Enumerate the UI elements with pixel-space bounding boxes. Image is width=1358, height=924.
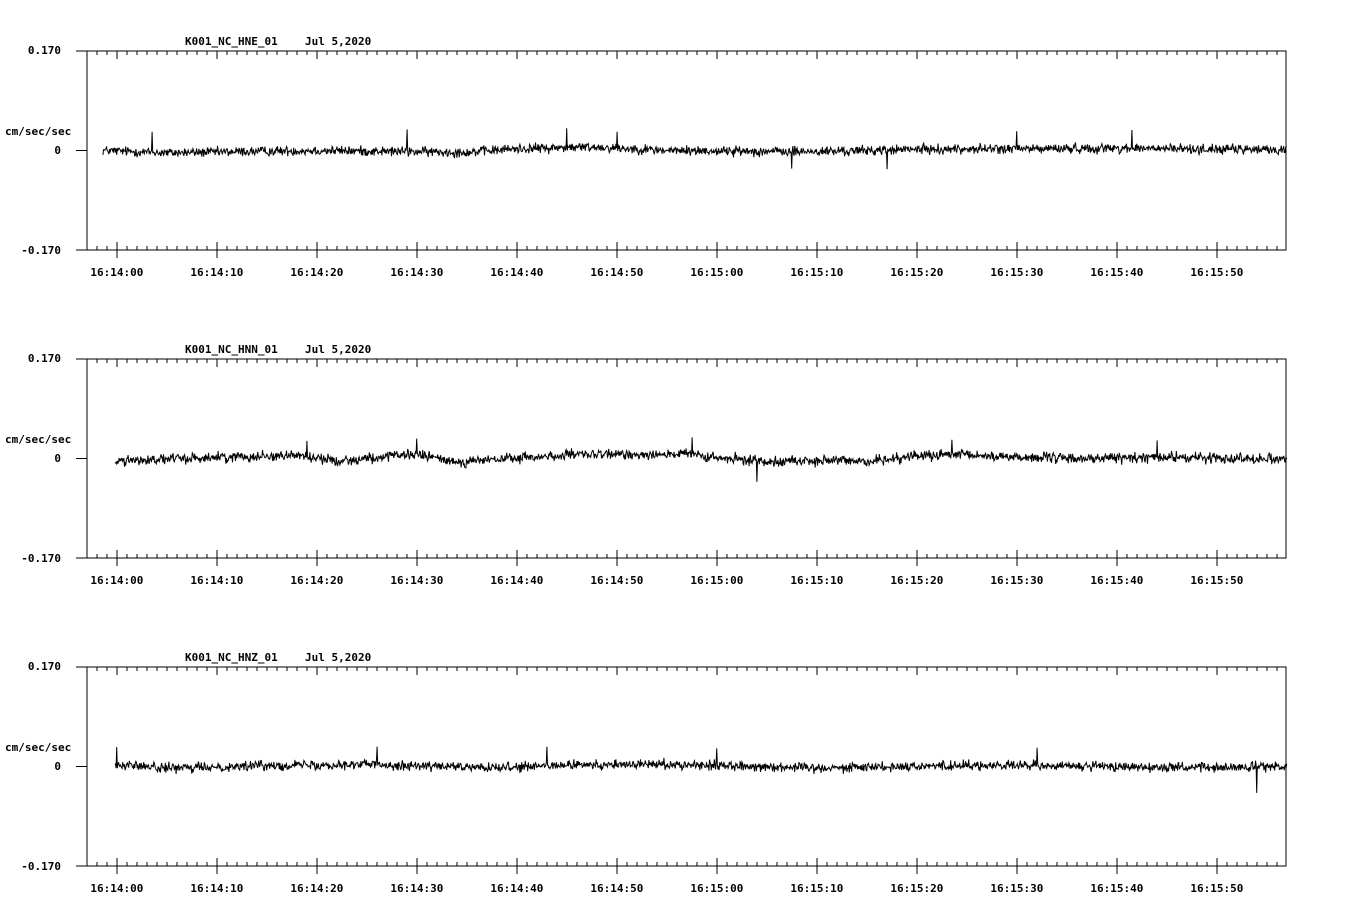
x-tick-label: 16:15:00 xyxy=(690,574,743,587)
x-tick-label: 16:14:30 xyxy=(390,882,443,895)
seismogram-panel-hnn: K001_NC_HNN_01 Jul 5,2020 0.170 0 -0.170… xyxy=(5,343,1288,587)
y-zero-label: 0 xyxy=(54,144,61,157)
x-tick-label: 16:14:50 xyxy=(590,266,643,279)
x-tick-label: 16:14:10 xyxy=(190,882,243,895)
x-tick-label: 16:15:40 xyxy=(1090,266,1143,279)
record-date: Jul 5,2020 xyxy=(305,343,371,356)
channel-title: K001_NC_HNN_01 xyxy=(185,343,278,356)
x-tick-label: 16:14:10 xyxy=(190,266,243,279)
y-max-label: 0.170 xyxy=(28,660,61,673)
record-date: Jul 5,2020 xyxy=(305,35,371,48)
x-tick-label: 16:15:10 xyxy=(790,574,843,587)
x-tick-label: 16:15:00 xyxy=(690,266,743,279)
x-tick-label: 16:14:00 xyxy=(90,882,143,895)
y-axis-unit: cm/sec/sec xyxy=(5,741,71,754)
seismogram-panel-hnz: K001_NC_HNZ_01 Jul 5,2020 0.170 0 -0.170… xyxy=(5,651,1288,895)
y-max-label: 0.170 xyxy=(28,44,61,57)
x-tick-label: 16:15:40 xyxy=(1090,882,1143,895)
x-tick-label: 16:15:30 xyxy=(990,266,1043,279)
seismogram-panel-hne: K001_NC_HNE_01 Jul 5,2020 0.170 0 -0.170… xyxy=(5,35,1287,279)
y-zero-label: 0 xyxy=(54,760,61,773)
x-tick-label: 16:14:00 xyxy=(90,266,143,279)
x-tick-label: 16:14:00 xyxy=(90,574,143,587)
y-min-label: -0.170 xyxy=(21,552,61,565)
x-tick-label: 16:15:50 xyxy=(1190,574,1243,587)
x-tick-label: 16:15:30 xyxy=(990,574,1043,587)
x-tick-label: 16:14:50 xyxy=(590,574,643,587)
x-tick-label: 16:14:20 xyxy=(290,266,343,279)
x-tick-label: 16:15:50 xyxy=(1190,266,1243,279)
x-tick-label: 16:14:40 xyxy=(490,574,543,587)
y-min-label: -0.170 xyxy=(21,244,61,257)
x-tick-label: 16:15:00 xyxy=(690,882,743,895)
x-tick-label: 16:15:20 xyxy=(890,882,943,895)
y-axis-unit: cm/sec/sec xyxy=(5,433,71,446)
y-axis-unit: cm/sec/sec xyxy=(5,125,71,138)
x-tick-label: 16:15:30 xyxy=(990,882,1043,895)
x-tick-label: 16:14:30 xyxy=(390,266,443,279)
x-tick-label: 16:14:30 xyxy=(390,574,443,587)
x-tick-label: 16:14:40 xyxy=(490,266,543,279)
x-tick-label: 16:14:40 xyxy=(490,882,543,895)
x-tick-label: 16:14:10 xyxy=(190,574,243,587)
record-date: Jul 5,2020 xyxy=(305,651,371,664)
x-tick-label: 16:15:10 xyxy=(790,266,843,279)
x-tick-label: 16:14:20 xyxy=(290,574,343,587)
x-tick-label: 16:15:40 xyxy=(1090,574,1143,587)
x-tick-label: 16:15:10 xyxy=(790,882,843,895)
x-tick-label: 16:14:50 xyxy=(590,882,643,895)
y-max-label: 0.170 xyxy=(28,352,61,365)
x-tick-label: 16:15:20 xyxy=(890,266,943,279)
waveform-trace xyxy=(102,128,1287,170)
waveform-trace xyxy=(114,437,1288,482)
x-tick-label: 16:14:20 xyxy=(290,882,343,895)
channel-title: K001_NC_HNZ_01 xyxy=(185,651,278,664)
y-zero-label: 0 xyxy=(54,452,61,465)
seismogram-figure: K001_NC_HNE_01 Jul 5,2020 0.170 0 -0.170… xyxy=(5,35,1288,895)
waveform-trace xyxy=(114,746,1288,793)
channel-title: K001_NC_HNE_01 xyxy=(185,35,278,48)
x-tick-label: 16:15:20 xyxy=(890,574,943,587)
y-min-label: -0.170 xyxy=(21,860,61,873)
x-tick-label: 16:15:50 xyxy=(1190,882,1243,895)
